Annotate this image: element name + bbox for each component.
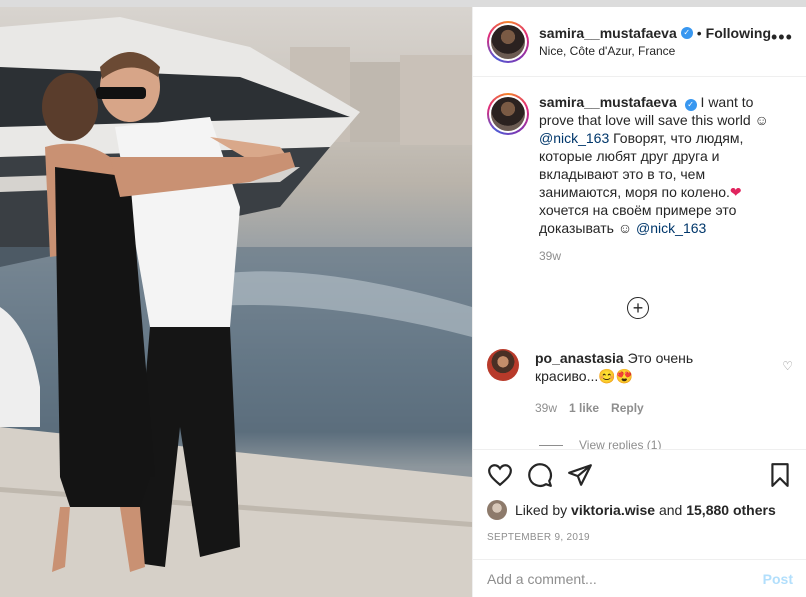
caption-author-avatar[interactable] <box>487 93 529 135</box>
action-icons <box>473 450 806 490</box>
likes-prefix: Liked by <box>515 502 568 518</box>
liker-avatar[interactable] <box>487 500 507 520</box>
verified-badge-icon: ✓ <box>684 99 697 111</box>
author-info: samira__mustafaeva ✓ • Following Nice, C… <box>539 25 771 58</box>
post-modal: samira__mustafaeva ✓ • Following Nice, C… <box>0 7 806 597</box>
comments-section[interactable]: samira__mustafaeva ✓ I want to prove tha… <box>473 77 806 449</box>
post-comment-button[interactable]: Post <box>763 571 793 587</box>
commenter-avatar[interactable] <box>487 349 519 381</box>
add-comment-bar: Add a comment... Post <box>473 559 806 597</box>
comment-likes[interactable]: 1 like <box>569 399 599 417</box>
comment-item: po_anastasia Это очень красиво...😊😍 39w … <box>487 349 793 417</box>
author-avatar[interactable] <box>487 20 529 63</box>
view-replies-label: View replies (1) <box>579 438 662 449</box>
comment-meta: 39w 1 like Reply <box>535 399 760 417</box>
post-date[interactable]: SEPTEMBER 9, 2019 <box>473 520 806 543</box>
add-comment-input[interactable]: Add a comment... <box>487 571 763 587</box>
comment-body: po_anastasia Это очень красиво...😊😍 39w … <box>535 349 760 417</box>
heart-emoji: ❤ <box>729 184 742 200</box>
comment-icon[interactable] <box>527 462 553 488</box>
separator-dot: • <box>696 25 702 41</box>
caption-mention-1[interactable]: @nick_163 <box>539 130 609 146</box>
post-location[interactable]: Nice, Côte d'Azur, France <box>539 44 771 58</box>
caption-text-block: samira__mustafaeva ✓ I want to prove tha… <box>539 93 784 265</box>
post-photo[interactable] <box>0 7 472 597</box>
share-icon[interactable] <box>567 462 593 488</box>
post-header: samira__mustafaeva ✓ • Following Nice, C… <box>473 7 806 77</box>
likes-others[interactable]: 15,880 others <box>686 502 776 518</box>
likes-summary: Liked by viktoria.wise and 15,880 others <box>473 490 806 520</box>
photo-illustration <box>0 17 472 597</box>
comment-like-heart-icon[interactable]: ♡ <box>782 359 793 373</box>
caption-mention-2[interactable]: @nick_163 <box>636 220 706 236</box>
following-button[interactable]: Following <box>706 25 771 41</box>
commenter-username[interactable]: po_anastasia <box>535 350 624 366</box>
more-options-icon[interactable]: ••• <box>771 27 793 48</box>
replies-line <box>539 444 563 446</box>
caption-age[interactable]: 39w <box>539 247 784 265</box>
comment-age[interactable]: 39w <box>535 399 557 417</box>
post-caption: samira__mustafaeva ✓ I want to prove tha… <box>473 77 806 265</box>
author-username[interactable]: samira__mustafaeva <box>539 25 677 41</box>
liker-username[interactable]: viktoria.wise <box>571 502 655 518</box>
author-avatar-image <box>491 24 525 59</box>
caption-username[interactable]: samira__mustafaeva <box>539 94 677 110</box>
post-actions: Liked by viktoria.wise and 15,880 others… <box>473 449 806 543</box>
heart-icon[interactable] <box>487 462 513 488</box>
bookmark-icon[interactable] <box>767 462 793 488</box>
reply-button[interactable]: Reply <box>611 399 644 417</box>
verified-badge-icon: ✓ <box>680 27 693 39</box>
post-side-panel: samira__mustafaeva ✓ • Following Nice, C… <box>472 7 806 597</box>
caption-avatar-image <box>491 97 525 131</box>
view-replies-button[interactable]: View replies (1) <box>539 438 661 449</box>
plus-circle-icon[interactable]: + <box>627 297 649 319</box>
likes-and: and <box>658 502 683 518</box>
